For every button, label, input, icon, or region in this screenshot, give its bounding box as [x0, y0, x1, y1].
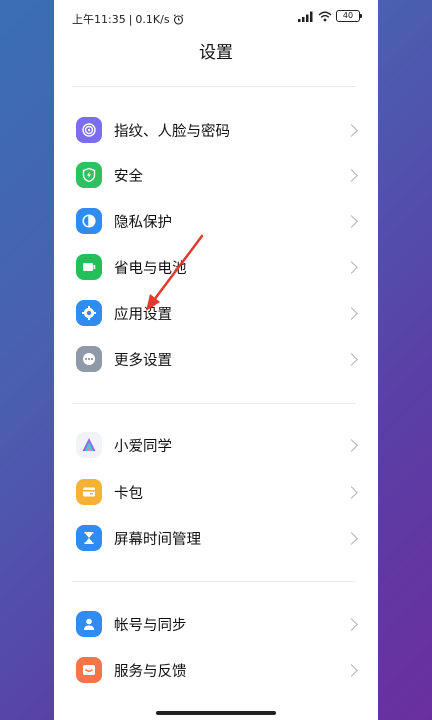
- settings-item-wallet[interactable]: 卡包: [54, 469, 378, 515]
- chevron-right-icon: [345, 531, 358, 545]
- settings-item-fingerprint[interactable]: 指纹、人脸与密码: [54, 107, 378, 153]
- more-dots-icon: [76, 346, 102, 372]
- settings-item-label: 安全: [114, 168, 143, 185]
- settings-item-label: 卡包: [114, 485, 143, 502]
- shield-bolt-icon: [76, 162, 102, 188]
- home-indicator[interactable]: [156, 711, 276, 715]
- settings-item-privacy[interactable]: 隐私保护: [54, 198, 378, 244]
- section-divider: [72, 581, 356, 582]
- status-right: 40: [298, 10, 362, 22]
- status-net-speed: 0.1K/s: [135, 12, 170, 26]
- wallet-icon: [76, 479, 102, 505]
- hd-signal-icon: [298, 11, 314, 22]
- chevron-right-icon: [345, 352, 358, 366]
- fingerprint-icon: [76, 117, 102, 143]
- chevron-right-icon: [345, 123, 358, 137]
- section-divider: [72, 403, 356, 404]
- chevron-right-icon: [345, 663, 358, 677]
- settings-item-security[interactable]: 安全: [54, 152, 378, 198]
- settings-item-label: 省电与电池: [114, 260, 187, 277]
- status-separator: |: [128, 12, 133, 26]
- settings-item-label: 更多设置: [114, 352, 172, 369]
- settings-item-label: 应用设置: [114, 306, 172, 323]
- settings-item-label: 帐号与同步: [114, 617, 187, 634]
- xiaoai-icon: [76, 432, 102, 458]
- settings-item-app-settings[interactable]: 应用设置: [54, 290, 378, 336]
- settings-item-label: 指纹、人脸与密码: [114, 123, 230, 140]
- status-bar: 上午11:35 | 0.1K/s 40: [54, 0, 378, 34]
- privacy-icon: [76, 208, 102, 234]
- chevron-right-icon: [345, 214, 358, 228]
- page-title: 设置: [199, 43, 233, 63]
- chevron-right-icon: [345, 306, 358, 320]
- wifi-icon: [318, 11, 332, 22]
- chevron-right-icon: [345, 438, 358, 452]
- settings-item-more[interactable]: 更多设置: [54, 336, 378, 382]
- account-icon: [76, 611, 102, 637]
- settings-item-feedback[interactable]: 服务与反馈: [54, 647, 378, 693]
- status-time: 上午11:35: [72, 13, 126, 26]
- settings-item-label: 服务与反馈: [114, 663, 187, 680]
- hourglass-icon: [76, 525, 102, 551]
- settings-item-screen-time[interactable]: 屏幕时间管理: [54, 515, 378, 561]
- battery-indicator: 40: [336, 10, 362, 22]
- settings-item-xiaoai[interactable]: 小爱同学: [54, 422, 378, 468]
- gear-icon: [76, 300, 102, 326]
- chevron-right-icon: [345, 260, 358, 274]
- settings-item-label: 屏幕时间管理: [114, 531, 201, 548]
- chevron-right-icon: [345, 168, 358, 182]
- alarm-clock-icon: [173, 13, 184, 25]
- settings-item-label: 小爱同学: [114, 438, 172, 455]
- settings-item-account[interactable]: 帐号与同步: [54, 601, 378, 647]
- section-divider: [72, 86, 356, 87]
- battery-tip: [360, 14, 362, 18]
- chevron-right-icon: [345, 485, 358, 499]
- settings-item-battery[interactable]: 省电与电池: [54, 244, 378, 290]
- settings-screen: 上午11:35 | 0.1K/s 40 设置 指纹、人脸与密码 安全 隐私保护 …: [54, 0, 378, 720]
- settings-item-label: 隐私保护: [114, 214, 172, 231]
- chevron-right-icon: [345, 617, 358, 631]
- status-left: 上午11:35 | 0.1K/s: [72, 11, 184, 27]
- battery-level: 40: [336, 10, 360, 22]
- battery-icon: [76, 254, 102, 280]
- feedback-icon: [76, 657, 102, 683]
